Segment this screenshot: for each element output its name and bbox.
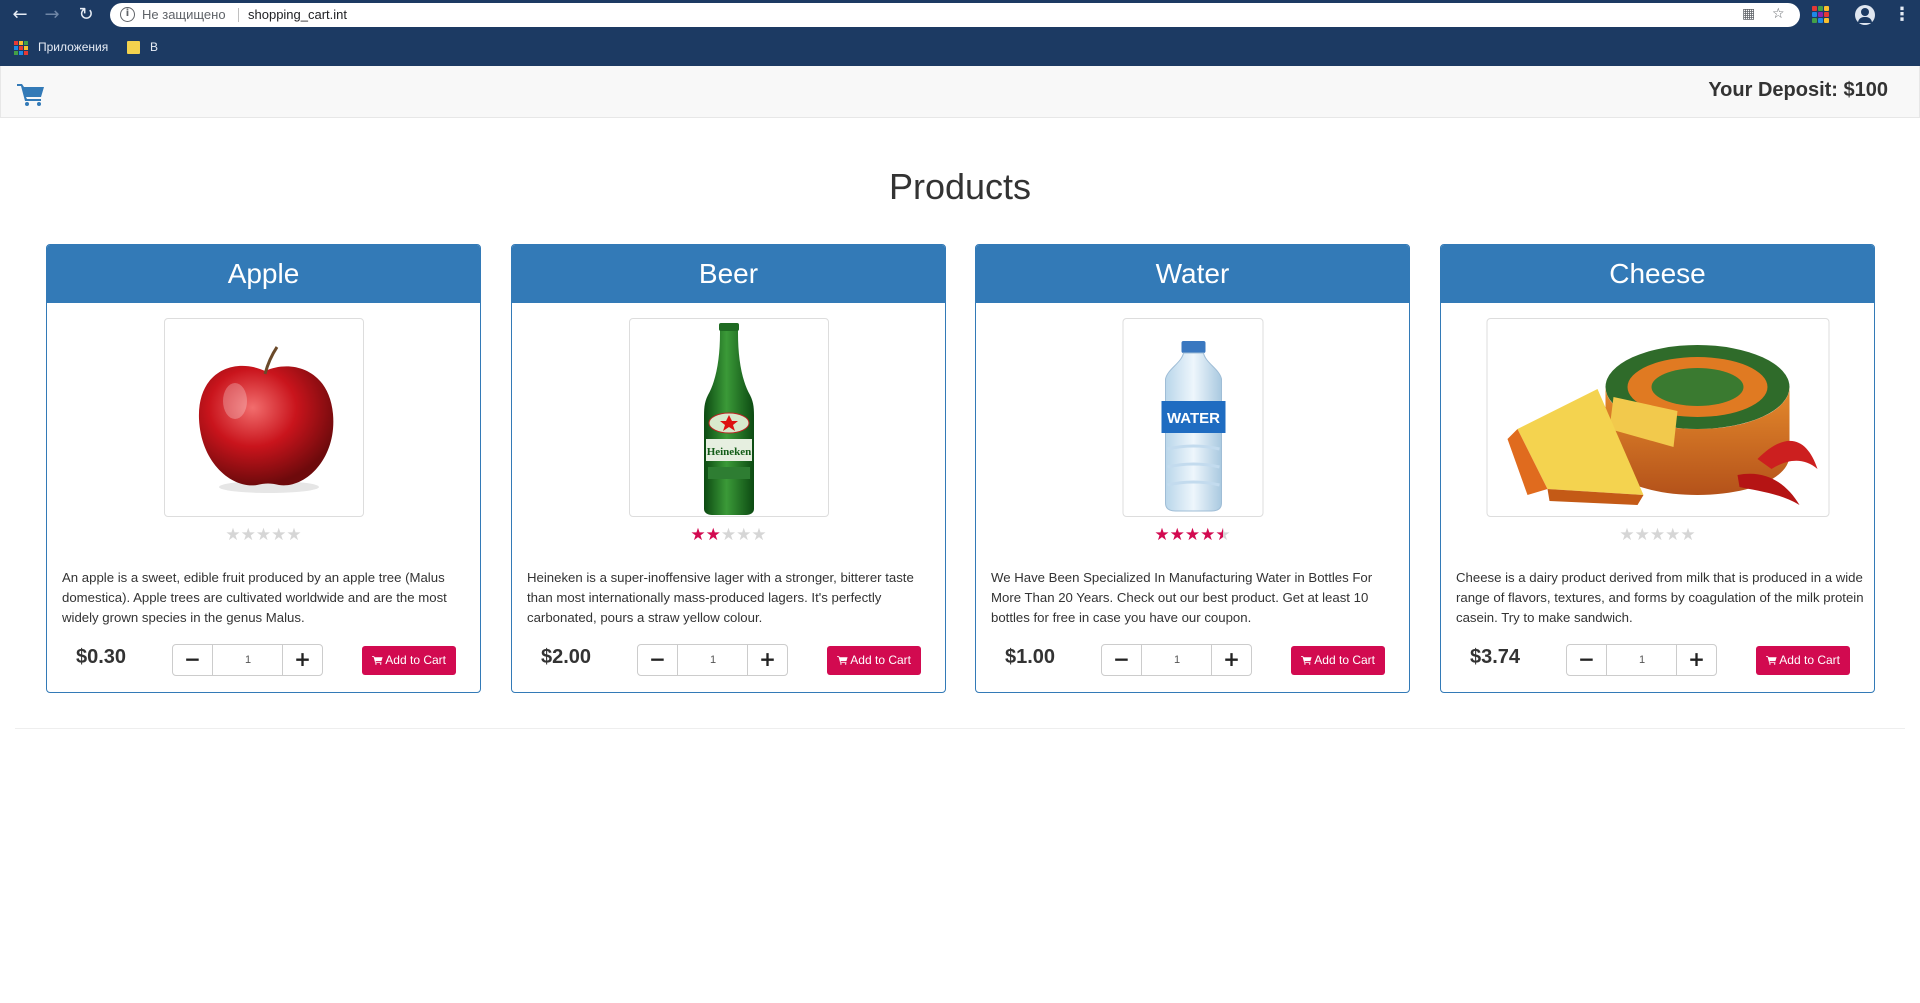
address-divider [238,8,239,22]
add-to-cart-label: Add to Cart [850,653,911,667]
add-to-cart-button[interactable]: Add to Cart [1756,646,1850,675]
star-icon[interactable]: ★ [271,525,286,545]
product-grid: Apple ★★★★★ An apple is a sweet, edible … [46,244,1875,694]
star-rating: ★★★★★ [512,525,945,545]
bookmarks-bar: Приложения B [0,30,1920,66]
star-icon[interactable]: ★ [690,525,705,545]
star-icon[interactable]: ★ [1154,525,1169,545]
quantity-input[interactable] [1143,645,1211,675]
product-price: $3.74 [1470,646,1521,668]
decrease-quantity-button[interactable]: − [173,645,213,675]
star-icon[interactable]: ★ [736,525,751,545]
product-price: $1.00 [1005,646,1056,668]
product-description: Cheese is a dairy product derived from m… [1456,570,1864,625]
star-icon[interactable]: ★ [1680,525,1695,545]
footer-divider [15,728,1905,729]
quantity-input[interactable] [679,645,747,675]
extension-icon[interactable] [1812,6,1830,24]
deposit-balance: Your Deposit: $100 [1708,79,1888,101]
quantity-stepper: − + [637,644,788,676]
star-icon[interactable]: ★ [256,525,271,545]
cart-icon [1301,656,1312,665]
increase-quantity-button[interactable]: + [1211,645,1251,675]
profile-icon[interactable] [1855,5,1875,25]
info-icon[interactable]: i [120,7,135,22]
product-description: We Have Been Specialized In Manufacturin… [991,570,1373,625]
quantity-input[interactable] [214,645,282,675]
star-icon[interactable]: ★ [225,525,240,545]
star-icon[interactable]: ★ [751,525,766,545]
product-card-beer: Beer Heineken ★★★★★ Heineken is a super-… [511,244,946,693]
back-icon[interactable]: ← [10,5,30,25]
decrease-quantity-button[interactable]: − [1567,645,1607,675]
quantity-stepper: − + [1101,644,1252,676]
svg-text:Heineken: Heineken [706,446,751,458]
quantity-input[interactable] [1608,645,1676,675]
app-navbar: Your Deposit: $100 [0,66,1920,118]
increase-quantity-button[interactable]: + [1676,645,1716,675]
decrease-quantity-button[interactable]: − [1102,645,1142,675]
product-image-apple [163,318,364,517]
star-icon[interactable]: ★ [1200,525,1215,545]
star-icon[interactable]: ★ [1619,525,1634,545]
cart-icon [372,656,383,665]
cart-icon [1766,656,1777,665]
page-title: Products [888,166,1032,207]
product-image-water: WATER [1122,318,1263,517]
svg-text:WATER: WATER [1166,410,1219,427]
add-to-cart-label: Add to Cart [385,653,446,667]
star-icon[interactable]: ★ [721,525,736,545]
star-icon[interactable]: ★ [241,525,256,545]
star-rating: ★★★★★ [47,525,480,545]
bookmark-folder-icon [127,41,140,54]
product-description: An apple is a sweet, edible fruit produc… [62,570,447,625]
star-icon[interactable]: ★ [1635,525,1650,545]
cart-icon [837,656,848,665]
increase-quantity-button[interactable]: + [747,645,787,675]
quantity-stepper: − + [172,644,323,676]
product-price: $2.00 [541,646,592,668]
quantity-stepper: − + [1566,644,1717,676]
security-status: Не защищено [142,7,226,22]
browser-toolbar: ← → ↻ i Не защищено shopping_cart.int ▦ … [0,0,1920,30]
star-rating: ★★★★★ [976,525,1409,545]
product-card-cheese: Cheese ★★★★★ Cheese is a dairy product d… [1440,244,1875,693]
star-icon[interactable]: ★ [1650,525,1665,545]
increase-quantity-button[interactable]: + [282,645,322,675]
add-to-cart-button[interactable]: Add to Cart [362,646,456,675]
shopping-cart-icon[interactable] [17,82,45,106]
bookmark-apps[interactable]: Приложения [38,40,108,54]
star-icon[interactable]: ★ [706,525,721,545]
forward-icon[interactable]: → [42,5,62,25]
url-text[interactable]: shopping_cart.int [248,7,347,22]
add-to-cart-label: Add to Cart [1314,653,1375,667]
product-name: Water [976,245,1409,303]
product-name: Apple [47,245,480,303]
apps-grid-icon[interactable] [14,41,28,55]
bookmark-b[interactable]: B [150,40,158,54]
product-image-beer: Heineken [628,318,829,517]
add-to-cart-button[interactable]: Add to Cart [827,646,921,675]
star-icon[interactable]: ★ [1185,525,1200,545]
star-icon[interactable]: ☆ [1772,6,1785,22]
product-description: Heineken is a super-inoffensive lager wi… [527,570,914,625]
star-icon[interactable]: ★ [286,525,301,545]
star-icon[interactable]: ★ [1665,525,1680,545]
kebab-menu-icon[interactable]: ⋮ [1893,5,1911,25]
star-icon[interactable]: ★ [1170,525,1185,545]
star-icon[interactable]: ★ [1215,525,1230,545]
product-card-apple: Apple ★★★★★ An apple is a sweet, edible … [46,244,481,693]
product-name: Beer [512,245,945,303]
product-price: $0.30 [76,646,127,668]
address-bar[interactable]: i Не защищено shopping_cart.int ▦ ☆ [110,3,1800,27]
reload-icon[interactable]: ↻ [76,5,96,25]
decrease-quantity-button[interactable]: − [638,645,678,675]
star-rating: ★★★★★ [1441,525,1874,545]
add-to-cart-button[interactable]: Add to Cart [1291,646,1385,675]
add-to-cart-label: Add to Cart [1779,653,1840,667]
product-name: Cheese [1441,245,1874,303]
product-card-water: Water WATER ★★★★★ We Have Been Specializ… [975,244,1410,693]
translate-icon[interactable]: ▦ [1742,6,1755,22]
product-image-cheese [1486,318,1829,517]
